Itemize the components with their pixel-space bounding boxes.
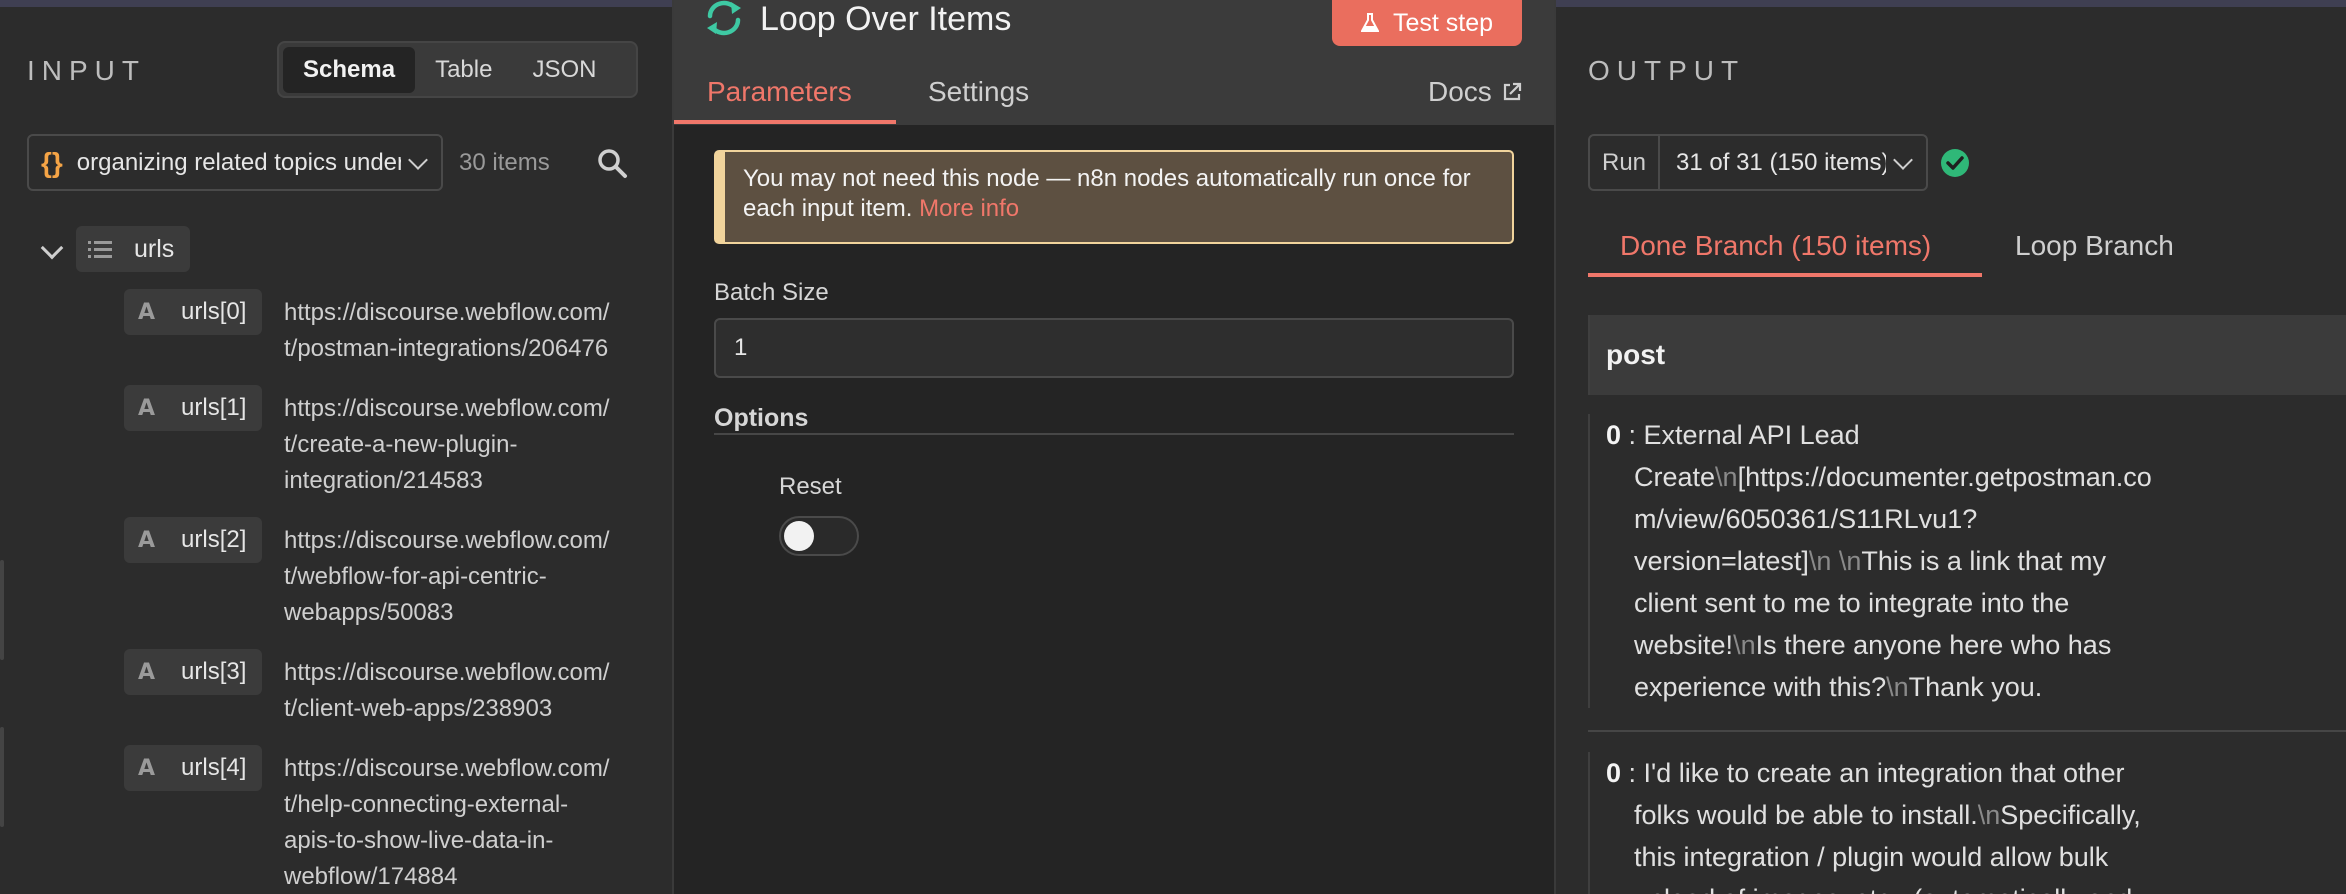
collapse-chevron-icon[interactable] (40, 236, 64, 260)
output-panel-title: OUTPUT (1588, 55, 1746, 86)
active-tab-indicator (674, 120, 896, 124)
input-source-select[interactable]: {} organizing related topics under a cat… (27, 134, 443, 191)
schema-field-urls[interactable]: urls (76, 226, 191, 272)
string-type-icon: A (138, 395, 156, 421)
info-notice: You may not need this node — n8n nodes a… (714, 150, 1514, 244)
chevron-down-icon (408, 149, 428, 170)
tab-settings[interactable]: Settings (928, 76, 1029, 108)
success-check-icon (1941, 149, 1969, 177)
schema-field-label: urls (134, 234, 175, 263)
row-divider (1588, 730, 2346, 732)
run-select[interactable]: Run 31 of 31 (150 items) (1588, 134, 1928, 191)
node-header: Loop Over Items Test step Parameters Set… (674, 0, 1554, 125)
schema-key[interactable]: Aurls[3] (124, 649, 263, 695)
batch-size-label: Batch Size (714, 279, 829, 306)
search-icon[interactable] (596, 147, 628, 179)
notice-text: You may not need this node — n8n nodes a… (743, 165, 1471, 222)
run-value: 31 of 31 (150 items) (1676, 148, 1886, 176)
schema-value: https://discourse.webflow.com/t/help-con… (284, 755, 610, 890)
node-title: Loop Over Items (760, 0, 1012, 38)
docs-label: Docs (1428, 76, 1492, 107)
schema-key[interactable]: Aurls[4] (124, 745, 263, 791)
test-step-button[interactable]: Test step (1332, 0, 1522, 46)
options-divider (714, 433, 1514, 435)
docs-link[interactable]: Docs (1428, 76, 1522, 108)
input-view-switcher: Schema Table JSON (277, 41, 638, 98)
tab-schema[interactable]: Schema (283, 46, 416, 93)
node-settings-panel: Loop Over Items Test step Parameters Set… (672, 0, 1556, 894)
scroll-edge (0, 560, 4, 660)
test-step-label: Test step (1392, 8, 1494, 37)
schema-value: https://discourse.webflow.com/t/postman-… (284, 299, 610, 362)
string-type-icon: A (138, 659, 156, 685)
reset-label: Reset (779, 473, 842, 500)
input-panel: INPUT Schema Table JSON {} organizing re… (0, 7, 672, 894)
string-type-icon: A (138, 755, 156, 781)
output-panel: OUTPUT Run 31 of 31 (150 items) Done Bra… (1556, 7, 2346, 894)
tab-done-branch[interactable]: Done Branch (150 items) (1620, 230, 1931, 262)
tab-table[interactable]: Table (415, 47, 512, 93)
loop-icon (707, 0, 741, 36)
string-type-icon: A (138, 527, 156, 553)
schema-value: https://discourse.webflow.com/t/create-a… (284, 395, 610, 494)
list-icon (88, 241, 112, 258)
input-source-value: organizing related topics under a catego… (76, 148, 401, 176)
input-items-count: 30 items (459, 149, 550, 176)
schema-key[interactable]: Aurls[2] (124, 517, 263, 563)
toggle-knob (784, 521, 814, 551)
active-branch-indicator (1588, 273, 1982, 277)
table-cell: 0 : I'd like to create an integration th… (1588, 752, 2346, 894)
more-info-link[interactable]: More info (919, 195, 1019, 222)
scroll-edge (0, 727, 4, 827)
schema-key[interactable]: Aurls[1] (124, 385, 263, 431)
tab-json[interactable]: JSON (512, 47, 616, 93)
braces-icon: {} (41, 146, 63, 178)
column-header-post: post (1588, 315, 2346, 395)
string-type-icon: A (138, 299, 156, 325)
tab-parameters[interactable]: Parameters (707, 76, 852, 108)
chevron-down-icon (1893, 149, 1913, 170)
schema-value: https://discourse.webflow.com/t/client-w… (284, 659, 610, 722)
run-label: Run (1590, 136, 1661, 189)
reset-toggle[interactable] (779, 516, 859, 556)
schema-value: https://discourse.webflow.com/t/webflow-… (284, 527, 610, 626)
flask-icon (1360, 13, 1379, 32)
options-label: Options (714, 404, 809, 432)
input-panel-title: INPUT (27, 55, 146, 86)
schema-key[interactable]: Aurls[0] (124, 289, 263, 335)
external-link-icon (1503, 82, 1521, 101)
batch-size-input[interactable]: 1 (714, 318, 1514, 378)
tab-loop-branch[interactable]: Loop Branch (2015, 230, 2174, 262)
table-cell: 0 : External API Lead Create\n[https://d… (1588, 414, 2346, 708)
